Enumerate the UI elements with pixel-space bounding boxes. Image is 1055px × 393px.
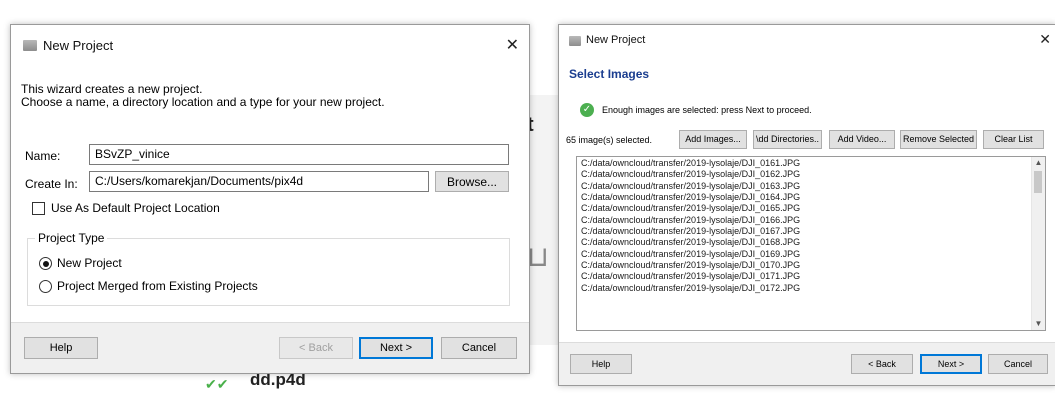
radio-merged-project-label: Project Merged from Existing Projects bbox=[57, 279, 258, 293]
list-item[interactable]: C:/data/owncloud/transfer/2019-lysolaje/… bbox=[577, 181, 1045, 192]
browse-button[interactable]: Browse... bbox=[435, 171, 509, 192]
remove-selected-button[interactable]: Remove Selected bbox=[900, 130, 977, 149]
name-input[interactable]: BSvZP_vinice bbox=[89, 144, 509, 165]
background-trash-icon: ⊔ bbox=[527, 241, 549, 272]
close-icon[interactable]: ✕ bbox=[506, 35, 519, 55]
create-in-input[interactable]: C:/Users/komarekjan/Documents/pix4d bbox=[89, 171, 429, 192]
new-project-dialog: New Project ✕ This wizard creates a new … bbox=[10, 24, 530, 374]
list-item[interactable]: C:/data/owncloud/transfer/2019-lysolaje/… bbox=[577, 169, 1045, 180]
selected-count: 65 image(s) selected. bbox=[566, 135, 653, 145]
radio-merged-project[interactable] bbox=[39, 280, 52, 293]
default-location-checkbox[interactable] bbox=[32, 202, 45, 215]
list-item[interactable]: C:/data/owncloud/transfer/2019-lysolaje/… bbox=[577, 249, 1045, 260]
cancel-button[interactable]: Cancel bbox=[988, 354, 1048, 374]
dialog-title: New Project bbox=[43, 38, 114, 53]
default-location-label: Use As Default Project Location bbox=[51, 201, 220, 215]
project-type-label: Project Type bbox=[35, 231, 108, 245]
step-heading: Select Images bbox=[569, 67, 650, 81]
create-in-label: Create In: bbox=[25, 177, 78, 191]
description-line-2: Choose a name, a directory location and … bbox=[21, 95, 385, 109]
app-icon bbox=[23, 40, 37, 51]
add-images-button[interactable]: Add Images... bbox=[679, 130, 747, 149]
back-button[interactable]: < Back bbox=[279, 337, 353, 359]
title-bar: New Project ✕ bbox=[559, 25, 1055, 57]
list-item[interactable]: C:/data/owncloud/transfer/2019-lysolaje/… bbox=[577, 158, 1045, 169]
status-message: Enough images are selected: press Next t… bbox=[602, 105, 812, 115]
dialog-footer: Help < Back Next > Cancel bbox=[559, 342, 1055, 385]
dialog-footer: Help < Back Next > Cancel bbox=[11, 322, 529, 373]
help-button[interactable]: Help bbox=[24, 337, 98, 359]
clear-list-button[interactable]: Clear List bbox=[983, 130, 1044, 149]
dialog-title: New Project bbox=[586, 34, 646, 46]
list-item[interactable]: C:/data/owncloud/transfer/2019-lysolaje/… bbox=[577, 260, 1045, 271]
list-item[interactable]: C:/data/owncloud/transfer/2019-lysolaje/… bbox=[577, 203, 1045, 214]
radio-new-project-label: New Project bbox=[57, 256, 122, 270]
cancel-button[interactable]: Cancel bbox=[441, 337, 517, 359]
close-icon[interactable]: ✕ bbox=[1039, 31, 1051, 48]
list-item[interactable]: C:/data/owncloud/transfer/2019-lysolaje/… bbox=[577, 271, 1045, 282]
file-rows: C:/data/owncloud/transfer/2019-lysolaje/… bbox=[577, 157, 1045, 294]
scroll-up-icon[interactable]: ▲ bbox=[1032, 157, 1045, 169]
radio-new-project[interactable] bbox=[39, 257, 52, 270]
list-item[interactable]: C:/data/owncloud/transfer/2019-lysolaje/… bbox=[577, 192, 1045, 203]
list-item[interactable]: C:/data/owncloud/transfer/2019-lysolaje/… bbox=[577, 215, 1045, 226]
next-button[interactable]: Next > bbox=[920, 354, 982, 374]
list-item[interactable]: C:/data/owncloud/transfer/2019-lysolaje/… bbox=[577, 237, 1045, 248]
select-images-dialog: New Project ✕ Select Images ✓ Enough ima… bbox=[558, 24, 1055, 386]
add-video-button[interactable]: Add Video... bbox=[829, 130, 895, 149]
title-bar: New Project ✕ bbox=[11, 25, 529, 65]
scroll-thumb[interactable] bbox=[1034, 171, 1042, 193]
app-icon bbox=[569, 36, 581, 46]
list-scrollbar[interactable]: ▲ ▼ bbox=[1031, 157, 1045, 330]
image-file-list[interactable]: C:/data/owncloud/transfer/2019-lysolaje/… bbox=[576, 156, 1046, 331]
description-line-1: This wizard creates a new project. bbox=[21, 82, 203, 96]
background-check-icon: ✔✔ bbox=[205, 376, 229, 392]
add-directories-button[interactable]: \dd Directories.. bbox=[753, 130, 822, 149]
next-button[interactable]: Next > bbox=[359, 337, 433, 359]
list-item[interactable]: C:/data/owncloud/transfer/2019-lysolaje/… bbox=[577, 283, 1045, 294]
back-button[interactable]: < Back bbox=[851, 354, 913, 374]
name-label: Name: bbox=[25, 149, 61, 163]
help-button[interactable]: Help bbox=[570, 354, 632, 374]
list-item[interactable]: C:/data/owncloud/transfer/2019-lysolaje/… bbox=[577, 226, 1045, 237]
check-circle-icon: ✓ bbox=[580, 103, 594, 117]
scroll-down-icon[interactable]: ▼ bbox=[1032, 318, 1045, 330]
project-type-group bbox=[27, 238, 510, 306]
